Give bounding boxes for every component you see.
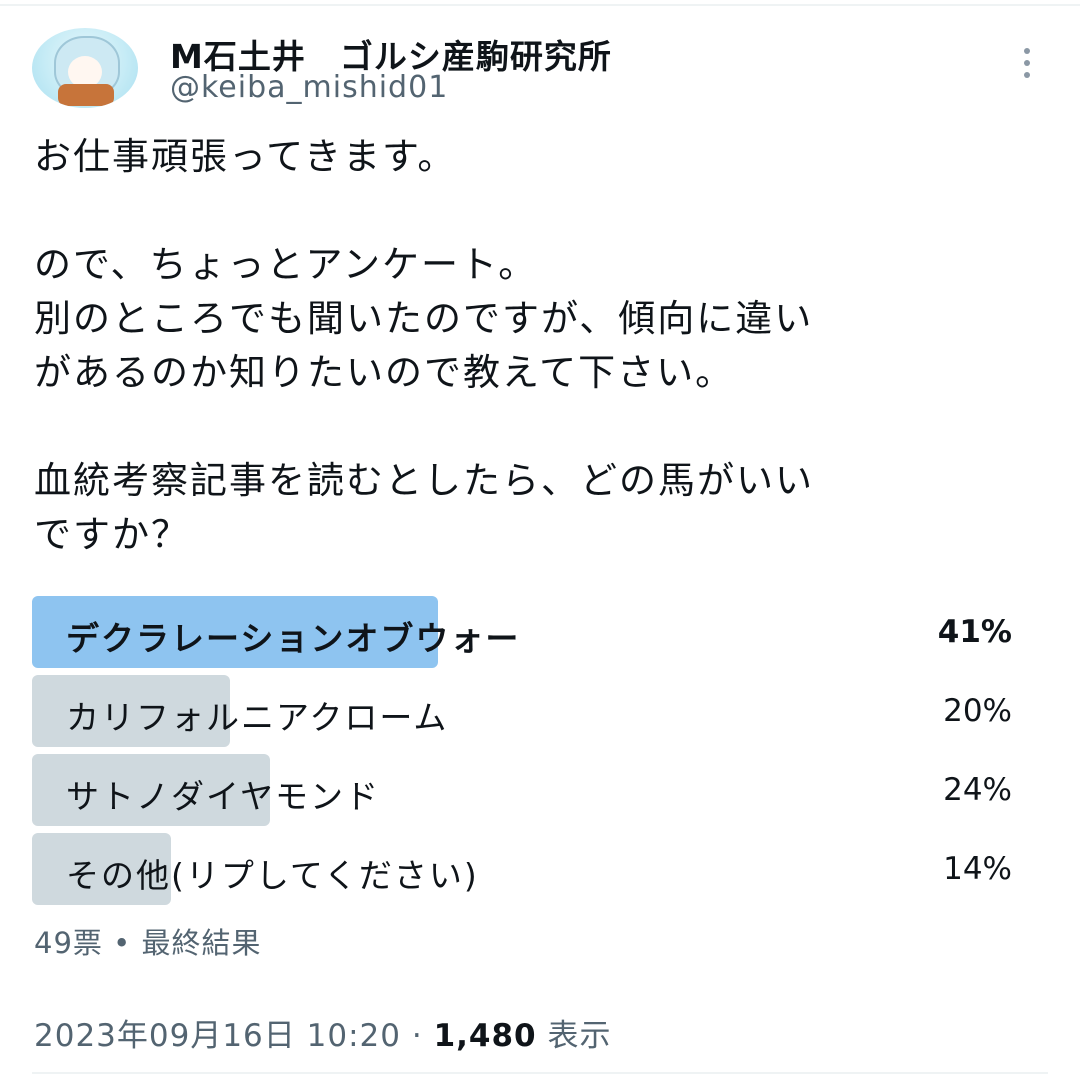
poll-option-label: カリフォルニアクローム — [66, 698, 449, 737]
more-vertical-icon — [1024, 48, 1030, 54]
poll-option-label: デクラレーションオブウォー — [66, 619, 521, 658]
separator-dot: • — [113, 926, 132, 960]
top-divider — [0, 4, 1080, 6]
tweet-meta: 2023年09月16日 10:20 · 1,480 表示 — [34, 1010, 611, 1055]
separator-dot: · — [411, 1018, 423, 1054]
poll-option: デクラレーションオブウォー 41% — [32, 596, 1022, 668]
poll-option-label: その他(リプしてください) — [66, 856, 479, 895]
poll-option-percent: 24% — [943, 772, 1012, 808]
more-vertical-icon — [1024, 72, 1030, 78]
poll-option: その他(リプしてください) 14% — [32, 833, 1022, 905]
avatar-scarf — [58, 84, 114, 106]
more-options-button[interactable] — [1012, 44, 1042, 82]
poll-option-percent: 14% — [943, 851, 1012, 887]
views-count: 1,480 — [433, 1018, 537, 1054]
poll-option-label: サトノダイヤモンド — [66, 777, 381, 816]
bottom-divider — [32, 1072, 1048, 1074]
poll-option-percent: 41% — [937, 614, 1012, 650]
poll-summary: 49票 • 最終結果 — [34, 920, 261, 962]
tweet-text: お仕事頑張ってきます。 ので、ちょっとアンケート。 別のところでも聞いたのですが… — [34, 135, 814, 556]
poll-status: 最終結果 — [141, 926, 262, 960]
poll-option: サトノダイヤモンド 24% — [32, 754, 1022, 826]
poll-votes: 49票 — [34, 926, 103, 960]
views-label: 表示 — [547, 1018, 612, 1054]
poll-option-percent: 20% — [943, 693, 1012, 729]
poll: デクラレーションオブウォー 41% カリフォルニアクローム 20% サトノダイヤ… — [32, 596, 1022, 912]
poll-option: カリフォルニアクローム 20% — [32, 675, 1022, 747]
avatar[interactable] — [32, 28, 138, 108]
tweet-timestamp[interactable]: 2023年09月16日 10:20 — [34, 1018, 401, 1054]
author-handle[interactable]: @keiba_mishid01 — [170, 70, 448, 105]
more-vertical-icon — [1024, 60, 1030, 66]
